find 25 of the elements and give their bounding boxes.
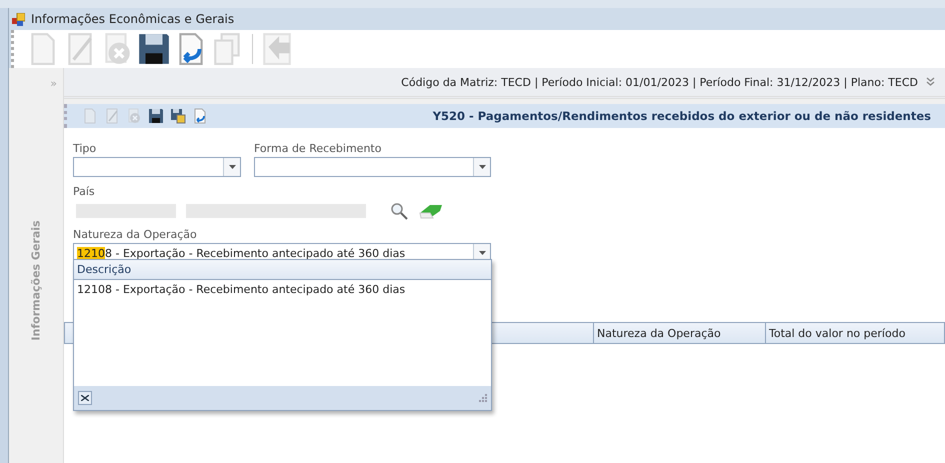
section-title: Y520 - Pagamentos/Rendimentos recebidos do exterior ou de não residentes [432,109,931,123]
receipt-form-combo[interactable] [254,157,491,177]
list-item[interactable]: 12108 - Exportação - Recebimento antecipado até 360 dias [74,280,491,299]
collapse-chevron-icon[interactable] [926,77,935,87]
column-header[interactable]: Natureza da Operação [593,323,765,343]
app-icon [12,12,25,26]
window-title: Informações Econômicas e Gerais [31,12,234,26]
info-text: Código da Matriz: TECD | Período Inicial: 01/01/2023 | Período Final: 31/12/2023 | Plano: TECD [401,76,918,88]
dropdown-arrow-icon [478,165,486,169]
undo-document-icon[interactable] [192,108,208,124]
combo-value: 12108 - Exportação - Recebimento antecipado até 360 dias [76,246,406,260]
column-header[interactable]: Total do valor no período [765,323,943,343]
field-label: Forma de Recebimento [254,142,382,156]
field-label: Natureza da Operação [73,228,198,242]
close-button[interactable] [78,391,92,405]
resize-grip-icon[interactable] [479,394,487,402]
eraser-icon[interactable] [418,203,444,219]
dropdown-arrow-icon [228,165,236,169]
column-header[interactable]: Descrição [74,260,491,280]
search-icon[interactable] [390,202,408,220]
field-label: Tipo [73,142,98,156]
tipo-combo[interactable] [73,157,241,177]
dropdown-arrow-icon [478,251,486,255]
close-icon [81,395,89,401]
field-label: País [73,185,96,199]
